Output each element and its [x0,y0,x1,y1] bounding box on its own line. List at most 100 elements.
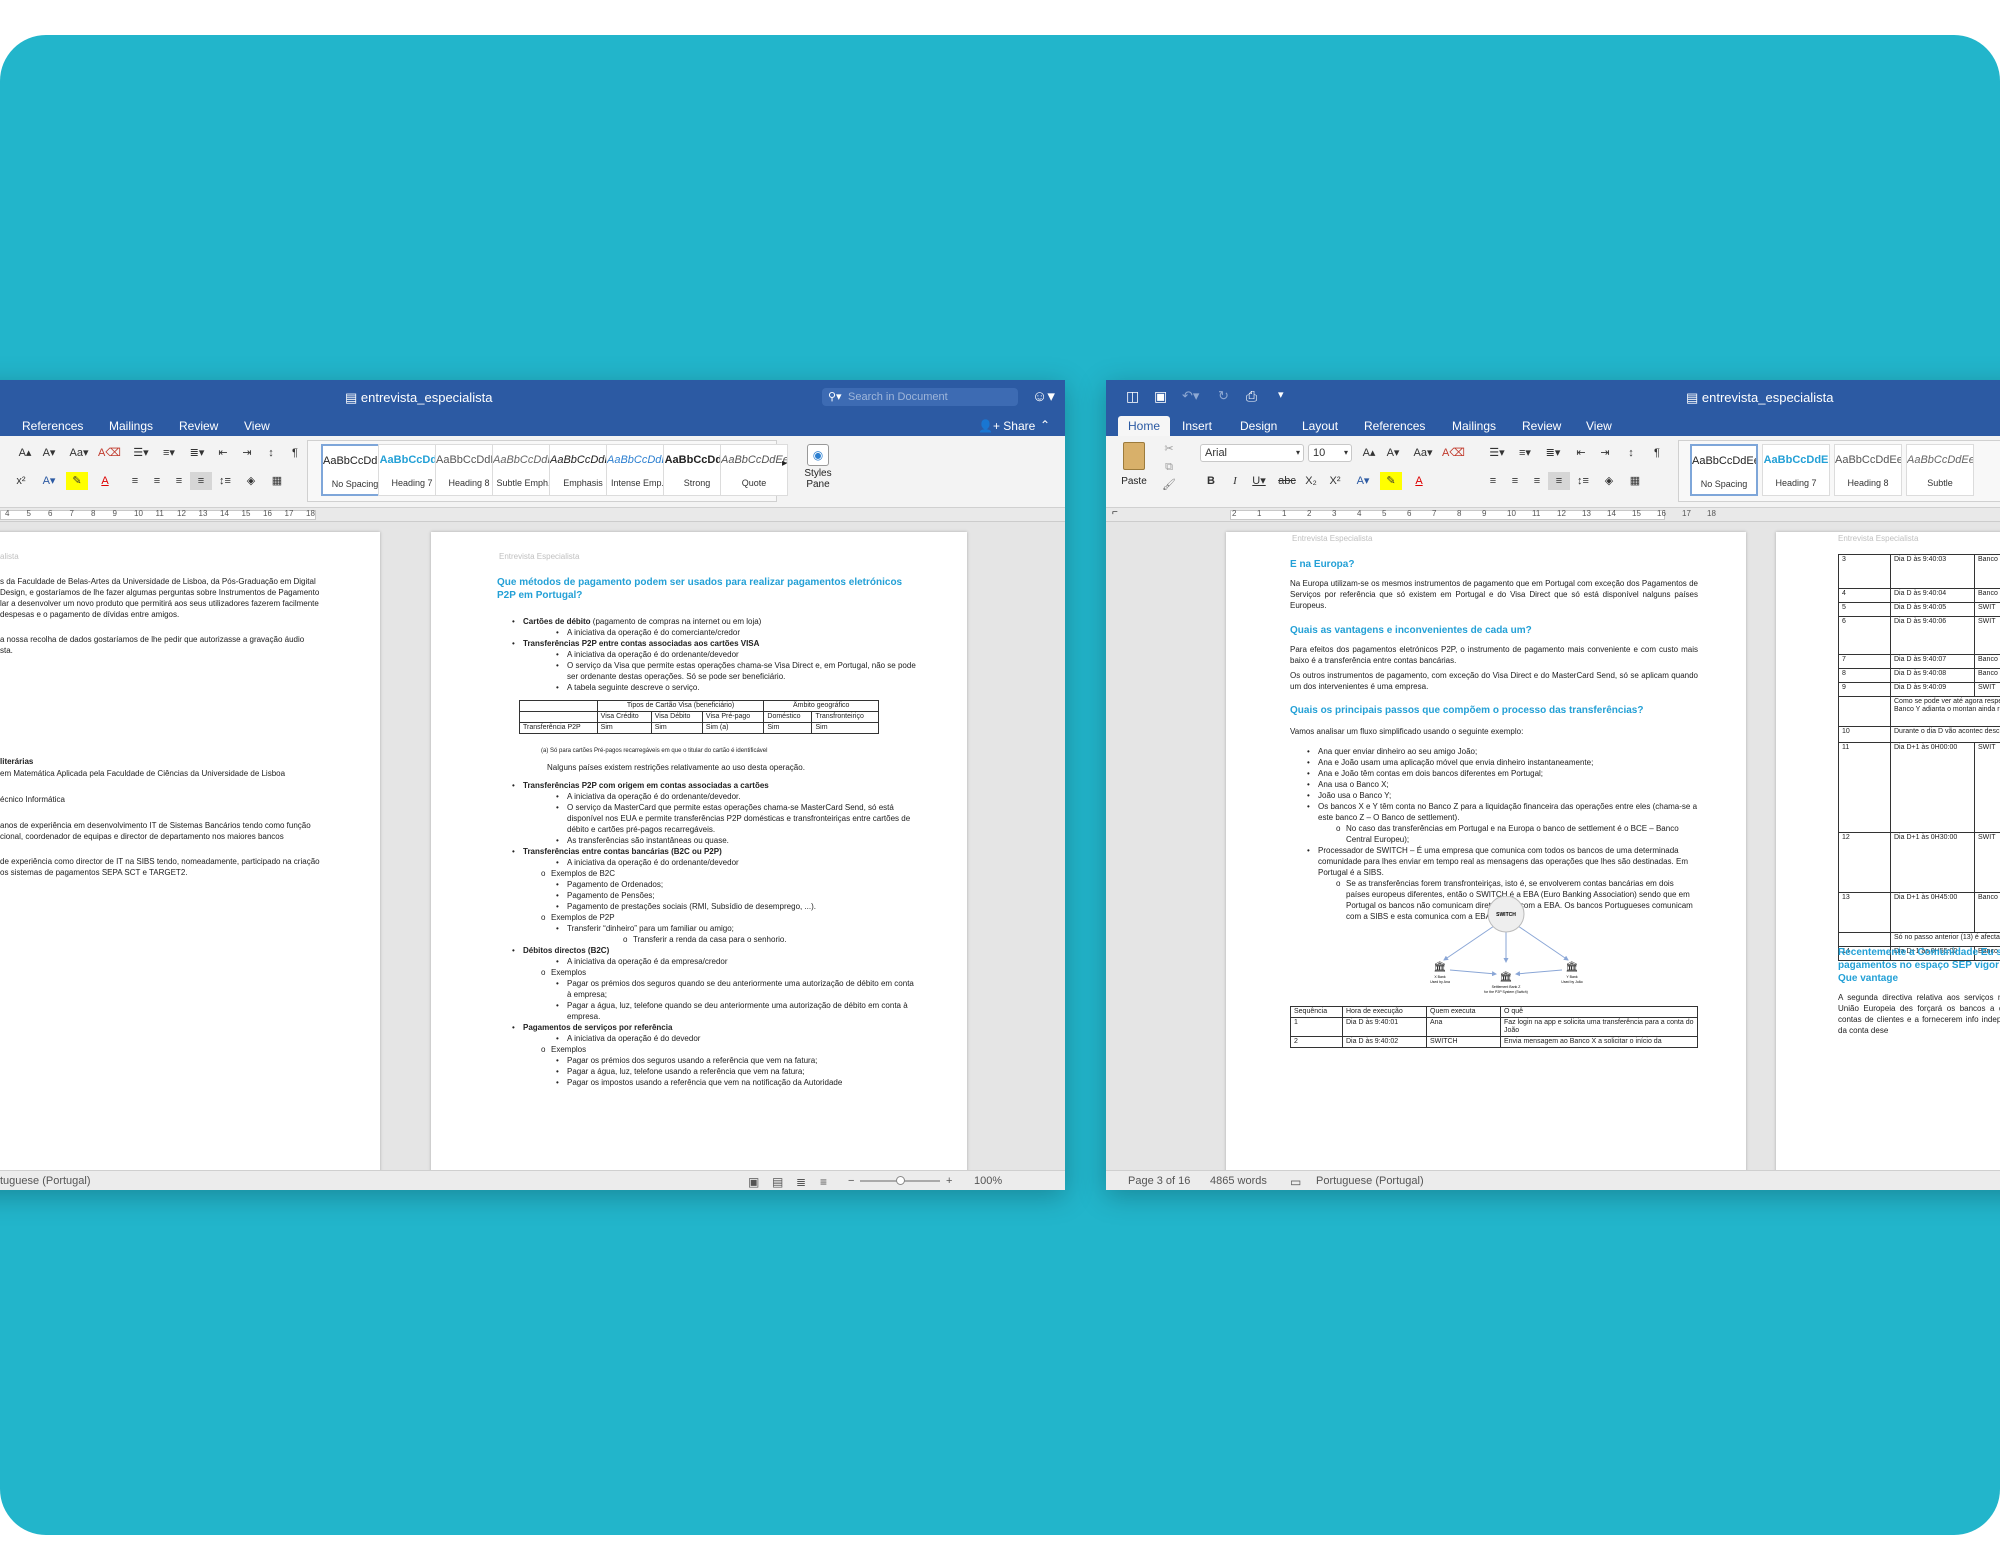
tab-view[interactable]: View [244,419,270,433]
grow-font-icon[interactable]: A▴ [14,444,36,462]
tab-review[interactable]: Review [179,419,218,433]
subscript-icon[interactable]: X₂ [1300,472,1322,490]
font-size-select[interactable]: 10 ▾ [1308,444,1352,462]
font-color-icon[interactable]: A [1408,472,1430,490]
undo-icon[interactable]: ↶▾ [1182,388,1199,404]
text-effects-icon[interactable]: A▾ [1352,472,1374,490]
justify-icon[interactable]: ≡ [1548,472,1570,490]
bullets-icon[interactable]: ☰▾ [1486,444,1508,462]
decrease-indent-icon[interactable]: ⇤ [1570,444,1592,462]
styles-scroll-arrow-icon[interactable]: ▸ [782,458,787,469]
justify-icon[interactable]: ≡ [190,472,212,490]
borders-icon[interactable]: ▦ [1624,472,1646,490]
tab-layout[interactable]: Layout [1302,419,1338,433]
multilevel-list-icon[interactable]: ≣▾ [1542,444,1564,462]
bold-icon[interactable]: B [1200,472,1222,490]
paste-button[interactable]: Paste [1114,440,1154,500]
align-center-icon[interactable]: ≡ [1504,472,1526,490]
text-effects-icon[interactable]: A▾ [38,472,60,490]
align-right-icon[interactable]: ≡ [1526,472,1548,490]
numbering-icon[interactable]: ≡▾ [158,444,180,462]
clear-formatting-icon[interactable]: A⌫ [1442,444,1465,462]
cut-icon[interactable]: ✂ [1158,440,1180,458]
format-painter-icon[interactable]: 🖌 [1158,476,1180,494]
change-case-icon[interactable]: Aa▾ [1412,444,1434,462]
sort-icon[interactable]: ↕ [1620,444,1642,462]
feedback-smiley-icon[interactable]: ☺▾ [1032,387,1055,405]
print-icon[interactable]: ⎙ [1246,388,1257,405]
tab-mailings[interactable]: Mailings [1452,419,1496,433]
document-canvas[interactable]: Entrevista Especialista E na Europa? Na … [1106,522,2000,1170]
redo-icon[interactable]: ↻ [1218,388,1229,404]
language-status[interactable]: Portuguese (Portugal) [1316,1175,1424,1187]
copy-icon[interactable]: ⧉ [1158,458,1180,476]
tab-references[interactable]: References [1364,419,1425,433]
zoom-level[interactable]: 100% [974,1175,1002,1187]
tab-review[interactable]: Review [1522,419,1561,433]
tab-home[interactable]: Home [1118,416,1171,436]
sort-icon[interactable]: ↕ [260,444,282,462]
tab-stop-selector[interactable]: ⌐ [1112,507,1118,518]
document-canvas[interactable]: alista s da Faculdade de Belas-Artes da … [0,522,1065,1170]
tab-references[interactable]: References [22,419,83,433]
shrink-font-icon[interactable]: A▾ [38,444,60,462]
grow-font-icon[interactable]: A▴ [1358,444,1380,462]
superscript-icon[interactable]: x² [10,472,32,490]
tab-design[interactable]: Design [1240,419,1277,433]
draft-view-icon[interactable]: ≡ [820,1175,827,1189]
customize-toolbar-icon[interactable]: ▾ [1278,388,1284,401]
superscript-icon[interactable]: X² [1324,472,1346,490]
style-heading-8[interactable]: AaBbCcDdEe Heading 8 [1834,444,1902,496]
increase-indent-icon[interactable]: ⇥ [1594,444,1616,462]
share-button[interactable]: 👤+ Share [978,419,1035,433]
proofing-icon[interactable]: ▭ [1290,1175,1301,1189]
page-count-status[interactable]: Page 3 of 16 [1128,1175,1190,1187]
line-spacing-icon[interactable]: ↕≡ [214,472,236,490]
increase-indent-icon[interactable]: ⇥ [236,444,258,462]
styles-pane-button[interactable]: ◉ Styles Pane [794,442,842,502]
multilevel-list-icon[interactable]: ≣▾ [186,444,208,462]
language-status[interactable]: tuguese (Portugal) [0,1175,91,1187]
style-quote[interactable]: AaBbCcDdEe Quote [720,444,788,496]
sidebar-toggle-icon[interactable]: ◫ [1126,388,1139,405]
tab-insert[interactable]: Insert [1182,419,1212,433]
underline-icon[interactable]: U▾ [1248,472,1270,490]
style-heading-7[interactable]: AaBbCcDdE Heading 7 [1762,444,1830,496]
collapse-ribbon-icon[interactable]: ⌃ [1040,418,1050,432]
line-spacing-icon[interactable]: ↕≡ [1572,472,1594,490]
style-no-spacing[interactable]: AaBbCcDdEe No Spacing [1690,444,1758,496]
pilcrow-icon[interactable]: ¶ [284,444,306,462]
shading-icon[interactable]: ◈ [1598,472,1620,490]
style-subtle-emphasis[interactable]: AaBbCcDdEe Subtle [1906,444,1974,496]
horizontal-ruler[interactable]: ⌐ 2 1 1 2 3 4 5 6 7 8 9 10 11 12 13 14 15 16 17 18 [1106,507,2000,522]
zoom-out-icon[interactable]: − [848,1175,854,1187]
align-right-icon[interactable]: ≡ [168,472,190,490]
outline-view-icon[interactable]: ≣ [796,1175,806,1189]
bullets-icon[interactable]: ☰▾ [130,444,152,462]
shrink-font-icon[interactable]: A▾ [1382,444,1404,462]
borders-icon[interactable]: ▦ [266,472,288,490]
search-input[interactable]: ⚲▾ Search in Document [822,388,1018,406]
italic-icon[interactable]: I [1224,472,1246,490]
horizontal-ruler[interactable]: 4 5 6 7 8 9 10 11 12 13 14 15 16 17 18 [0,508,1065,522]
numbering-icon[interactable]: ≡▾ [1514,444,1536,462]
zoom-slider-thumb[interactable] [896,1176,905,1185]
font-color-icon[interactable]: A [94,472,116,490]
strikethrough-icon[interactable]: abc [1276,472,1298,490]
print-layout-icon[interactable]: ▣ [748,1175,759,1189]
tab-view[interactable]: View [1586,419,1612,433]
shading-icon[interactable]: ◈ [240,472,262,490]
save-icon[interactable]: ▣ [1154,388,1167,405]
align-left-icon[interactable]: ≡ [124,472,146,490]
change-case-icon[interactable]: Aa▾ [68,444,90,462]
highlight-icon[interactable]: ✎ [66,472,88,490]
web-layout-icon[interactable]: ▤ [772,1175,783,1189]
word-count-status[interactable]: 4865 words [1210,1175,1267,1187]
decrease-indent-icon[interactable]: ⇤ [212,444,234,462]
align-left-icon[interactable]: ≡ [1482,472,1504,490]
zoom-slider[interactable] [860,1176,940,1185]
font-name-select[interactable]: Arial ▾ [1200,444,1304,462]
align-center-icon[interactable]: ≡ [146,472,168,490]
pilcrow-icon[interactable]: ¶ [1646,444,1668,462]
clear-formatting-icon[interactable]: A⌫ [98,444,121,462]
